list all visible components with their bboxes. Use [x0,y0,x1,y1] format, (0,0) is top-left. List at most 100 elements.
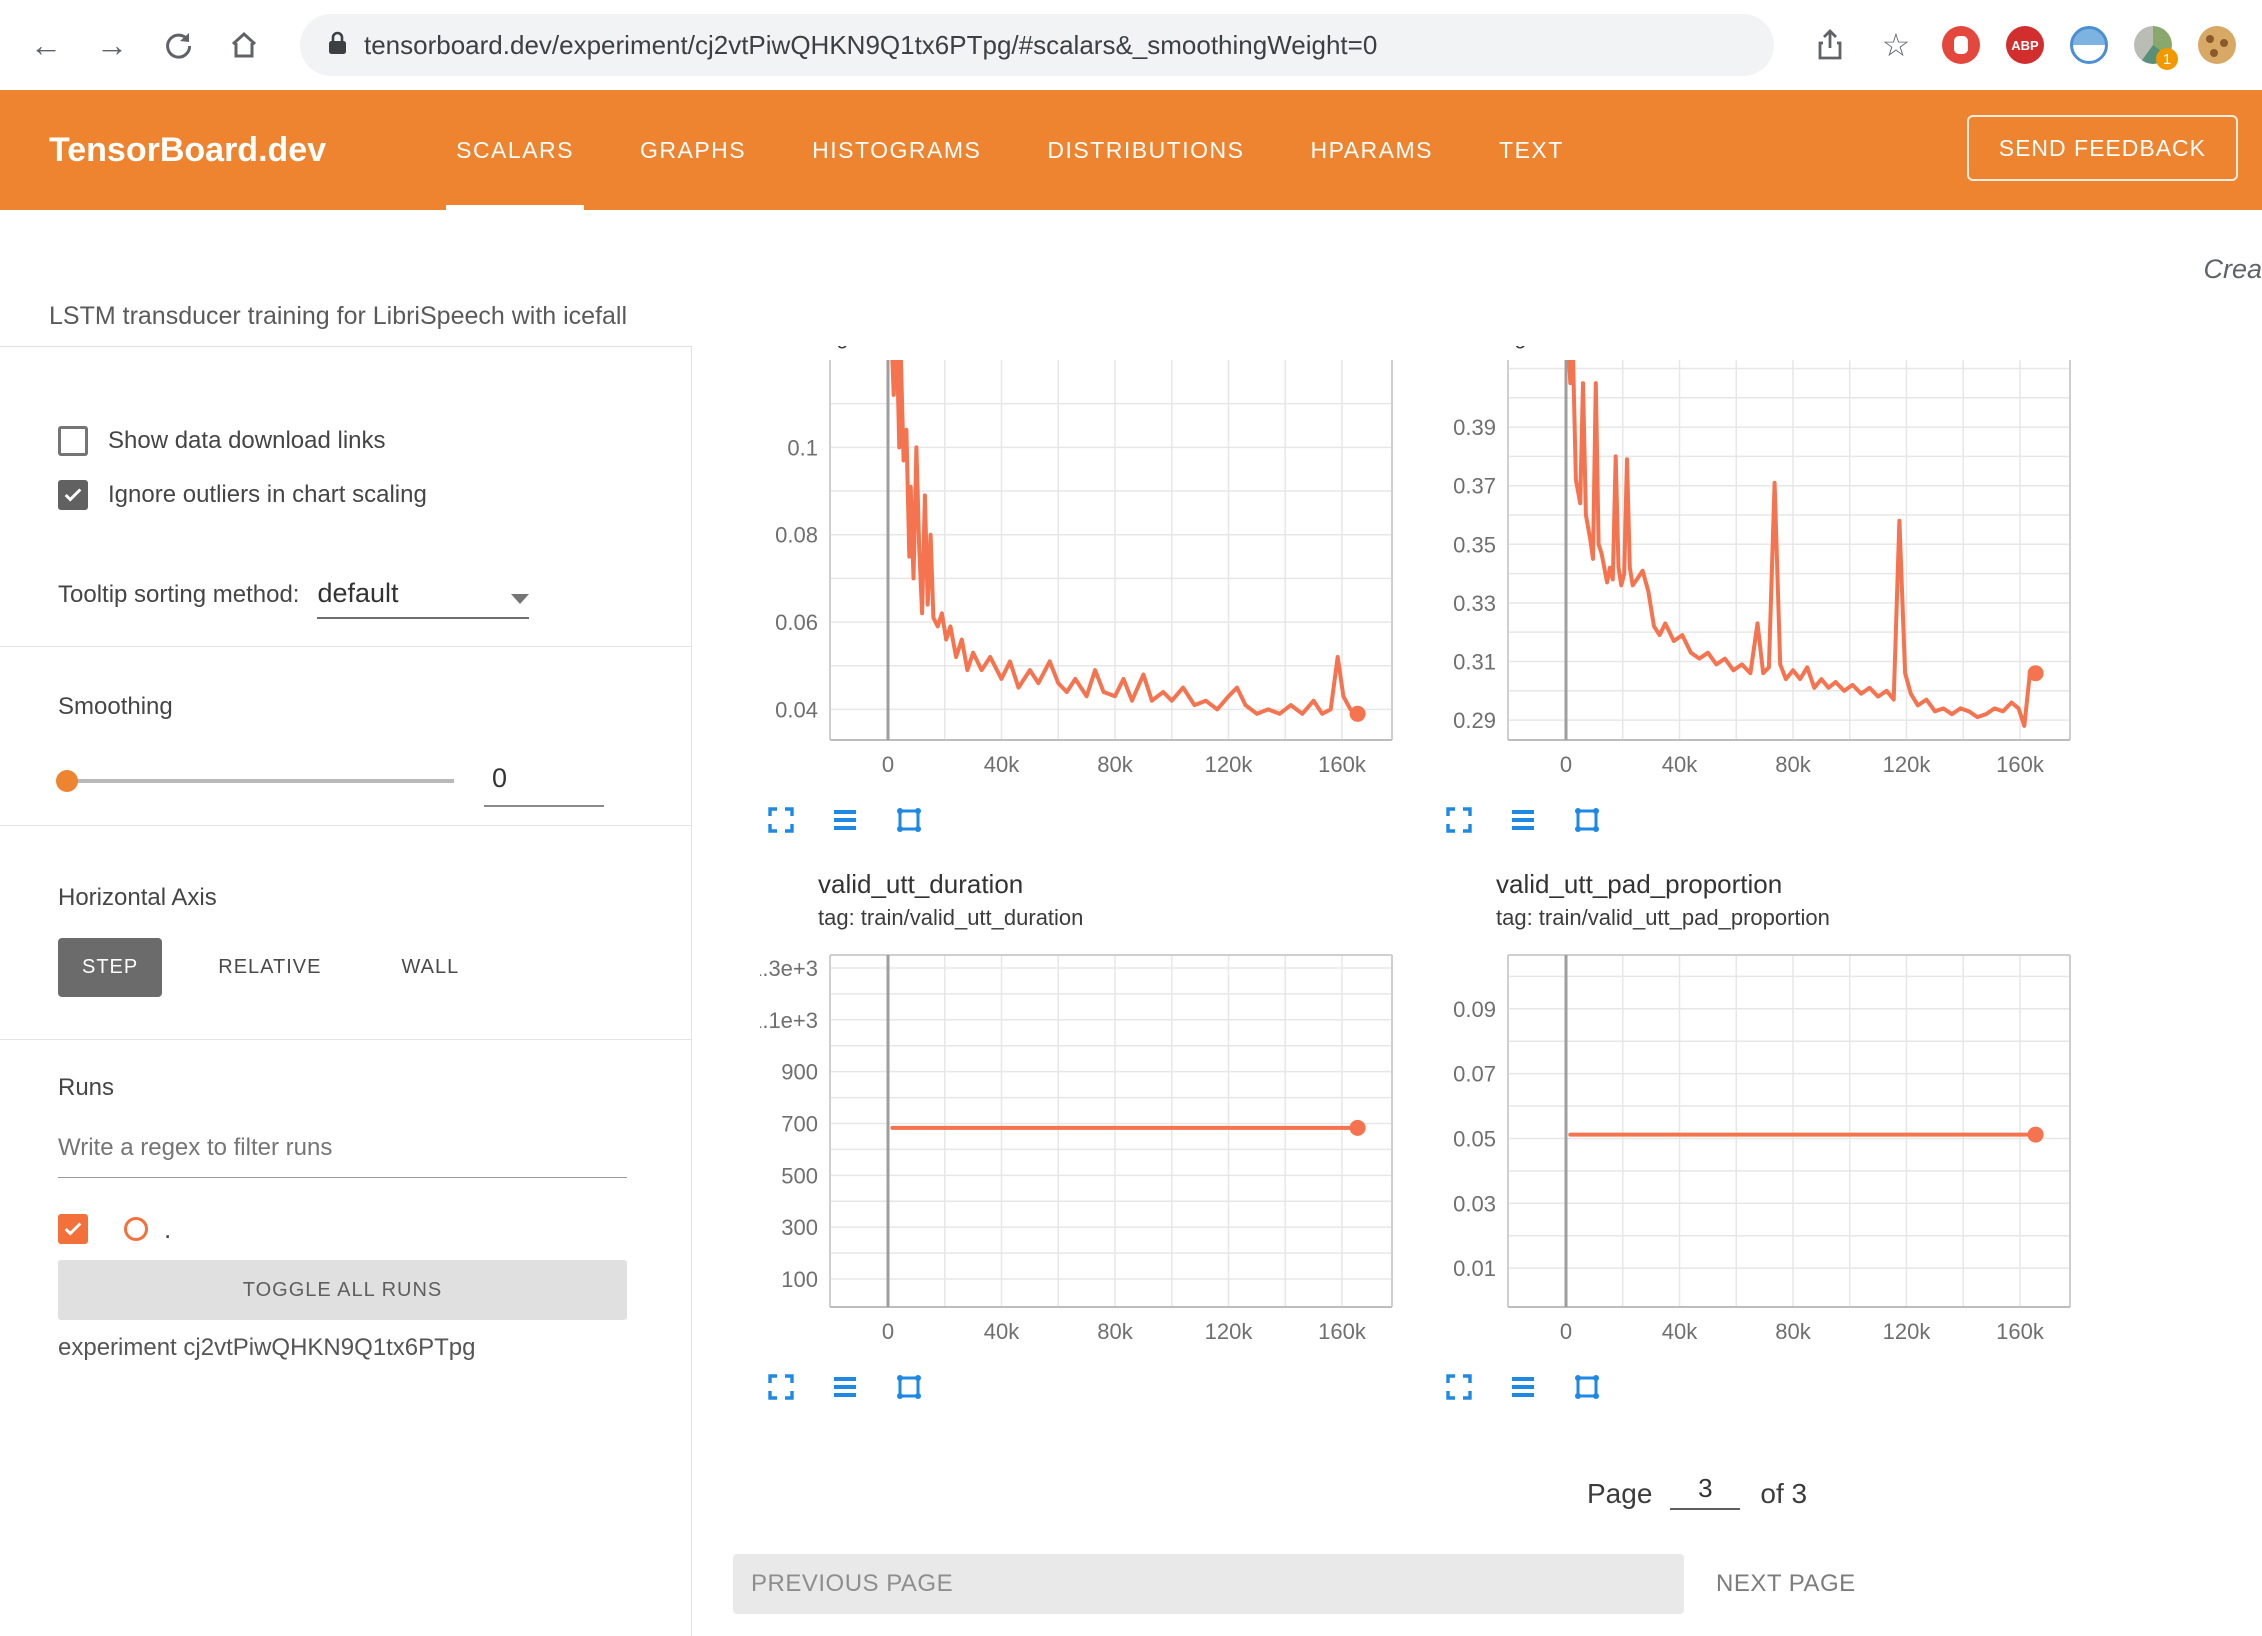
svg-text:0.37: 0.37 [1453,474,1496,499]
tab-hparams[interactable]: HPARAMS [1300,90,1443,210]
slider-thumb[interactable] [56,770,78,792]
svg-text:100: 100 [781,1267,818,1292]
toggle-runs-icon[interactable] [1508,1372,1538,1402]
axis-step-button[interactable]: STEP [58,938,162,997]
smoothing-slider[interactable] [58,763,454,799]
svg-text:0.08: 0.08 [775,523,818,548]
bookmark-star-icon[interactable]: ☆ [1876,25,1916,65]
reload-icon[interactable] [158,25,198,65]
cookie-extension-icon[interactable] [2198,26,2236,64]
expand-chart-icon[interactable] [766,1372,796,1402]
svg-text:0: 0 [1560,752,1572,777]
svg-text:0.04: 0.04 [775,697,818,722]
svg-text:120k: 120k [1205,752,1254,777]
svg-text:80k: 80k [1097,1319,1133,1344]
chart-tag-clipped: tag: train/… [1496,346,2098,354]
svg-text:0.33: 0.33 [1453,591,1496,616]
profile-extension-icon[interactable]: 1 [2134,26,2172,64]
run-checkbox[interactable] [58,1214,88,1244]
extension-badge: 1 [2156,48,2178,70]
chart-card-top-left: tag: train/… 0.040.060.080.1040k80k120k1… [760,346,1420,839]
svg-text:0.09: 0.09 [1453,997,1496,1022]
tab-graphs[interactable]: GRAPHS [630,90,756,210]
app-logo[interactable]: TensorBoard.dev [0,90,326,210]
settings-sidebar: Show data download links Ignore outliers… [0,346,692,1636]
fit-domain-icon[interactable] [894,1372,924,1402]
abp-extension-icon[interactable]: ABP [2006,26,2044,64]
axis-wall-button[interactable]: WALL [377,938,483,997]
expand-chart-icon[interactable] [1444,1372,1474,1402]
show-download-links-label: Show data download links [108,427,386,455]
divider [0,1039,691,1040]
svg-text:0.01: 0.01 [1453,1256,1496,1281]
experiment-header: Crea LSTM transducer training for LibriS… [0,210,2262,346]
line-chart[interactable]: 0.290.310.330.350.370.39040k80k120k160k [1438,360,2078,780]
svg-text:40k: 40k [1662,1319,1698,1344]
svg-text:40k: 40k [1662,752,1698,777]
lock-icon [324,29,350,62]
toggle-runs-icon[interactable] [1508,805,1538,835]
ignore-outliers-checkbox[interactable] [58,480,88,510]
charts-panel: tag: train/… 0.040.060.080.1040k80k120k1… [692,346,2262,1636]
svg-text:120k: 120k [1883,1319,1932,1344]
svg-text:0.31: 0.31 [1453,649,1496,674]
axis-relative-button[interactable]: RELATIVE [194,938,345,997]
divider [0,825,691,826]
browser-toolbar: ← → tensorboard.dev/experiment/cj2vtPiwQ… [0,0,2262,90]
fit-domain-icon[interactable] [1572,1372,1602,1402]
tooltip-sort-dropdown[interactable]: default [317,578,529,619]
address-bar[interactable]: tensorboard.dev/experiment/cj2vtPiwQHKN9… [300,14,1774,76]
toggle-all-runs-button[interactable]: TOGGLE ALL RUNS [58,1260,627,1320]
previous-page-button[interactable]: PREVIOUS PAGE [733,1554,1684,1614]
page-number-input[interactable]: 3 [1670,1473,1740,1510]
tab-text[interactable]: TEXT [1489,90,1574,210]
svg-text:40k: 40k [984,752,1020,777]
top-nav: SCALARS GRAPHS HISTOGRAMS DISTRIBUTIONS … [446,90,1574,210]
expand-chart-icon[interactable] [766,805,796,835]
expand-chart-icon[interactable] [1444,805,1474,835]
next-page-button[interactable]: NEXT PAGE [1716,1570,1856,1598]
line-chart[interactable]: 0.040.060.080.1040k80k120k160k [760,360,1400,780]
adblock-extension-icon[interactable] [1942,26,1980,64]
svg-text:500: 500 [781,1163,818,1188]
runs-label: Runs [58,1072,627,1104]
tab-histograms[interactable]: HISTOGRAMS [802,90,991,210]
line-chart[interactable]: 0.010.030.050.070.09040k80k120k160k [1438,943,2078,1347]
chart-tag: tag: train/valid_utt_duration [818,905,1420,935]
horizontal-axis-label: Horizontal Axis [58,882,627,914]
toggle-runs-icon[interactable] [830,805,860,835]
svg-text:0.29: 0.29 [1453,708,1496,733]
home-icon[interactable] [224,25,264,65]
fit-domain-icon[interactable] [1572,805,1602,835]
chevron-down-icon [511,594,529,604]
blue-extension-icon[interactable] [2070,26,2108,64]
share-icon[interactable] [1810,25,1850,65]
chart-title: valid_utt_duration [818,869,1420,905]
svg-text:160k: 160k [1996,1319,2045,1344]
svg-text:1.3e+3: 1.3e+3 [760,956,818,981]
chart-card-top-right: tag: train/… 0.290.310.330.350.370.39040… [1438,346,2098,839]
svg-text:80k: 80k [1775,1319,1811,1344]
forward-icon[interactable]: → [92,25,132,65]
line-chart[interactable]: 1003005007009001.1e+31.3e+3040k80k120k16… [760,943,1400,1347]
send-feedback-button[interactable]: SEND FEEDBACK [1967,115,2238,181]
chart-card-valid-utt-pad-proportion: valid_utt_pad_proportion tag: train/vali… [1438,869,2098,1406]
svg-text:0.07: 0.07 [1453,1062,1496,1087]
run-color-swatch [124,1217,148,1241]
smoothing-value-input[interactable]: 0 [484,763,604,807]
svg-text:80k: 80k [1775,752,1811,777]
svg-text:0.35: 0.35 [1453,532,1496,557]
toggle-runs-icon[interactable] [830,1372,860,1402]
page-count-label: of 3 [1760,1478,1807,1510]
svg-text:0.1: 0.1 [787,435,818,460]
tab-scalars[interactable]: SCALARS [446,90,584,210]
runs-filter-input[interactable] [58,1130,627,1178]
created-clipped-text: Crea [2203,254,2262,285]
back-icon[interactable]: ← [26,25,66,65]
show-download-links-checkbox[interactable] [58,426,88,456]
pagination: Page 3 of 3 [1587,1466,2262,1510]
experiment-id-label: experiment cj2vtPiwQHKN9Q1tx6PTpg [58,1334,627,1364]
fit-domain-icon[interactable] [894,805,924,835]
tab-distributions[interactable]: DISTRIBUTIONS [1037,90,1254,210]
chart-card-valid-utt-duration: valid_utt_duration tag: train/valid_utt_… [760,869,1420,1406]
